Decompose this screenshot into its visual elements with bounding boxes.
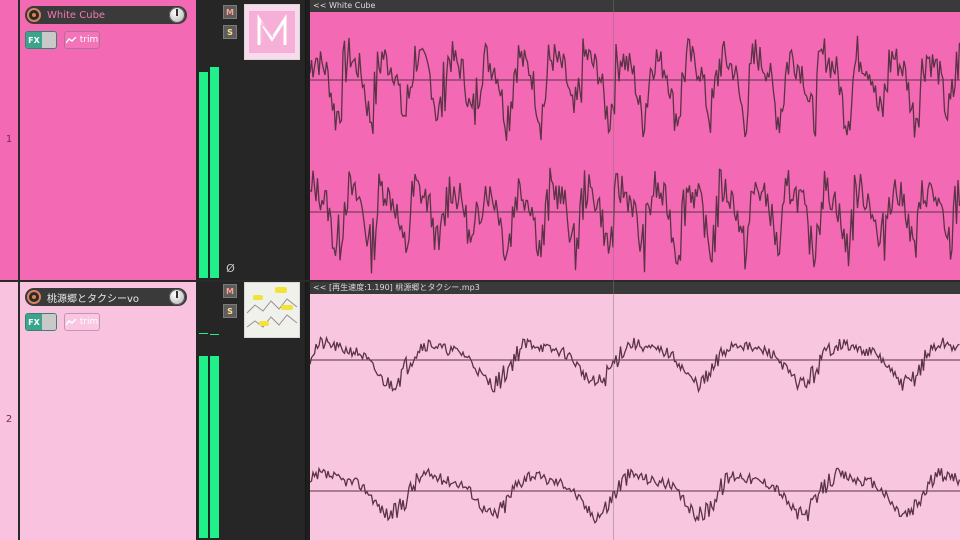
solo-button[interactable]: S (223, 304, 237, 318)
media-item-title[interactable]: << White Cube (310, 0, 960, 12)
fx-button[interactable]: FX (25, 31, 57, 49)
track-control-panel: White Cube FX trim (20, 0, 196, 280)
waveform-channel-left (310, 35, 960, 141)
waveform-channel-left (310, 335, 960, 394)
trim-button[interactable]: trim (64, 313, 100, 331)
item-thumbnail[interactable] (244, 4, 300, 60)
edit-cursor (613, 0, 614, 540)
waveform (310, 35, 960, 274)
media-item-lane[interactable]: << White Cube (310, 0, 960, 280)
solo-button[interactable]: S (223, 25, 237, 39)
track-name-bar[interactable]: White Cube (25, 6, 187, 24)
media-item-lane[interactable]: << [再生速度:1.190] 桃源郷とタクシー.mp3 (310, 282, 960, 540)
waveform (310, 335, 960, 524)
track-control-panel: 桃源郷とタクシーvo FX trim (20, 282, 196, 540)
trim-label: trim (79, 35, 99, 45)
level-meter-left (199, 356, 208, 538)
envelope-icon (65, 36, 77, 43)
mute-button[interactable]: M (223, 284, 237, 298)
record-arm-icon[interactable] (27, 290, 41, 304)
item-thumbnail[interactable] (244, 282, 300, 338)
track-number-column[interactable]: 2 (0, 282, 20, 540)
envelope-icon (65, 318, 77, 325)
phase-invert-icon[interactable]: Ø (225, 263, 236, 274)
mute-button[interactable]: M (223, 5, 237, 19)
trim-button[interactable]: trim (64, 31, 100, 49)
track-number-column[interactable]: 1 (0, 0, 20, 280)
illustration-thumbnail-icon (245, 283, 299, 337)
logo-thumbnail-icon (245, 5, 299, 59)
volume-knob-icon[interactable] (169, 7, 185, 23)
track-number: 2 (5, 414, 13, 425)
level-meter-right (210, 356, 219, 538)
peak-hold-right (210, 334, 219, 335)
waveform-channel-right (310, 466, 960, 524)
peak-hold-left (199, 333, 208, 334)
record-arm-icon[interactable] (27, 8, 41, 22)
track-name[interactable]: 桃源郷とタクシーvo (47, 290, 139, 305)
track-meter-column: M S (196, 282, 306, 540)
track-meter-column: M S Ø (196, 0, 306, 280)
trim-label: trim (79, 317, 99, 327)
fx-label: FX (26, 32, 42, 48)
waveform-channel-right (310, 167, 960, 274)
fx-toggle[interactable] (42, 314, 56, 330)
track-number: 1 (5, 134, 13, 145)
track-name-bar[interactable]: 桃源郷とタクシーvo (25, 288, 187, 306)
fx-toggle[interactable] (42, 32, 56, 48)
level-meter-left (199, 72, 208, 278)
media-item-title[interactable]: << [再生速度:1.190] 桃源郷とタクシー.mp3 (310, 282, 960, 294)
fx-button[interactable]: FX (25, 313, 57, 331)
fx-label: FX (26, 314, 42, 330)
level-meter-right (210, 67, 219, 278)
track-1: 1 White Cube FX trim M S Ø << White Cube (0, 0, 960, 280)
track-name[interactable]: White Cube (47, 10, 105, 21)
track-2: 2 桃源郷とタクシーvo FX trim M S << [再生速度:1.190]… (0, 282, 960, 540)
volume-knob-icon[interactable] (169, 289, 185, 305)
